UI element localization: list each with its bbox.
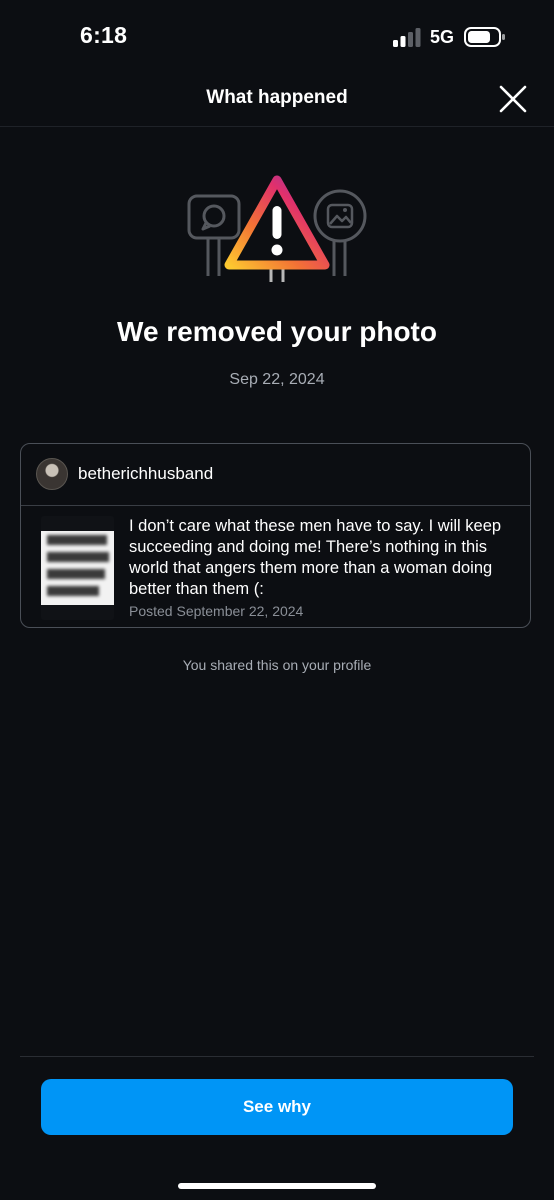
page-title: What happened bbox=[206, 87, 348, 108]
status-time: 6:18 bbox=[80, 22, 128, 48]
avatar[interactable] bbox=[36, 458, 68, 490]
post-header: betherichhusband bbox=[21, 444, 530, 506]
top-header: What happened bbox=[0, 76, 554, 127]
notice-title: We removed your photo bbox=[117, 316, 437, 347]
thumbnail-blur-line bbox=[47, 552, 109, 562]
thumbnail-blur-line bbox=[47, 535, 107, 545]
post-thumbnail[interactable] bbox=[41, 516, 114, 620]
see-why-button[interactable]: See why bbox=[41, 1079, 513, 1135]
post-caption: I don’t care what these men have to say.… bbox=[129, 517, 502, 598]
battery-icon bbox=[464, 27, 505, 47]
divider bbox=[20, 1056, 534, 1057]
home-indicator[interactable] bbox=[178, 1183, 376, 1189]
close-icon[interactable] bbox=[496, 82, 530, 116]
post-username[interactable]: betherichhusband bbox=[78, 464, 213, 484]
notice-date: Sep 22, 2024 bbox=[229, 371, 325, 388]
thumbnail-image bbox=[41, 531, 114, 605]
thumbnail-blur-line bbox=[47, 586, 99, 596]
network-label: 5G bbox=[430, 27, 455, 47]
share-note: You shared this on your profile bbox=[182, 657, 372, 673]
signal-icon bbox=[393, 28, 421, 47]
warning-triangle-icon bbox=[187, 175, 367, 282]
removed-post-card[interactable]: betherichhusband I don’t care what these… bbox=[20, 443, 531, 628]
thumbnail-blur-line bbox=[47, 569, 105, 579]
status-bar: 6:18 5G bbox=[0, 0, 554, 76]
post-date: Posted September 22, 2024 bbox=[129, 603, 304, 619]
